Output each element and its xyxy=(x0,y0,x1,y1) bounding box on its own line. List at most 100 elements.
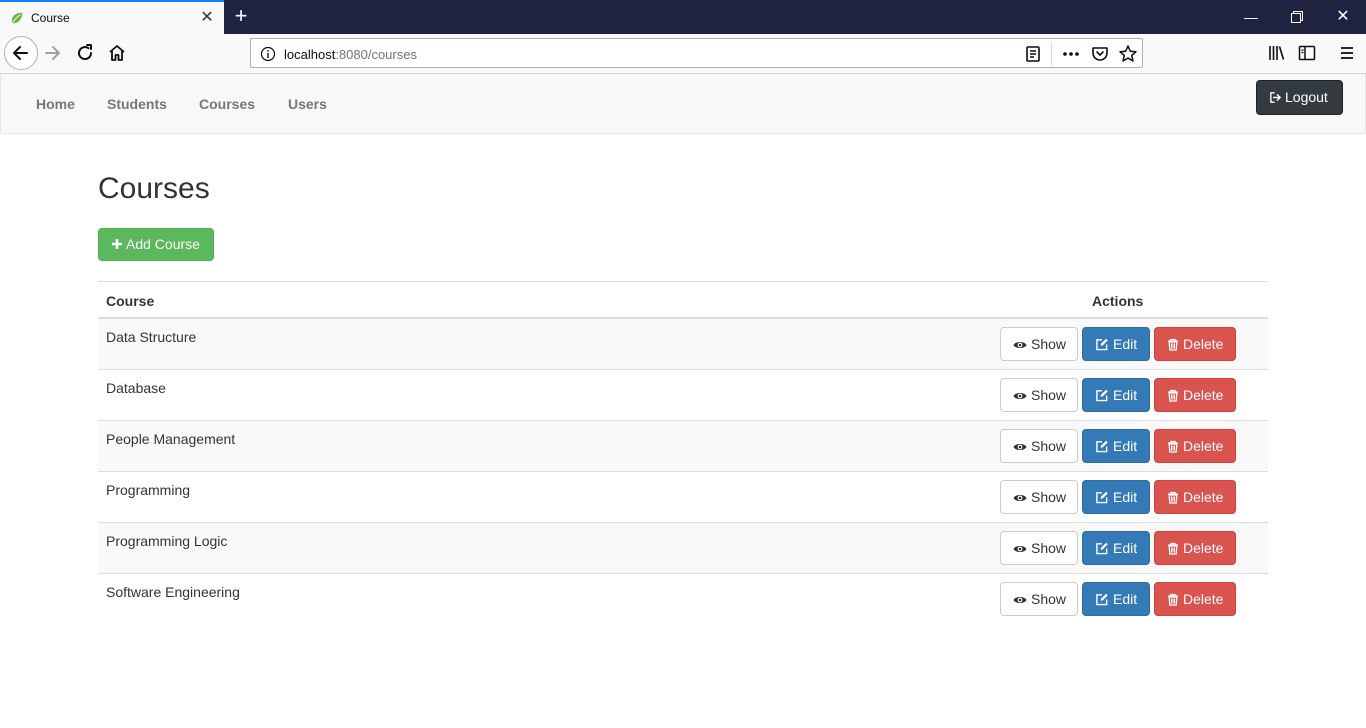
table-row: Database Show Edit Delete xyxy=(98,370,1268,421)
delete-button[interactable]: Delete xyxy=(1154,378,1236,412)
url-text[interactable]: localhost:8080/courses xyxy=(284,47,417,62)
sidebar-icon[interactable] xyxy=(1295,41,1319,65)
edit-label: Edit xyxy=(1113,336,1138,352)
tab-title: Course xyxy=(31,11,70,25)
edit-icon xyxy=(1096,440,1108,453)
edit-button[interactable]: Edit xyxy=(1082,378,1150,412)
course-name: People Management xyxy=(106,431,236,447)
info-icon[interactable] xyxy=(260,46,276,62)
course-name: Software Engineering xyxy=(106,584,240,600)
show-button[interactable]: Show xyxy=(1000,429,1078,463)
trash-icon xyxy=(1168,440,1178,453)
show-button[interactable]: Show xyxy=(1000,531,1078,565)
window-restore-icon[interactable] xyxy=(1274,0,1320,34)
table-row: Programming Logic Show Edit Delete xyxy=(98,523,1268,574)
plus-icon xyxy=(112,239,122,249)
back-button[interactable] xyxy=(4,36,38,70)
nav-link-students[interactable]: Students xyxy=(107,96,167,112)
url-bar-separator xyxy=(1051,43,1052,65)
hamburger-menu-icon[interactable] xyxy=(1335,41,1359,65)
show-button[interactable]: Show xyxy=(1000,582,1078,616)
new-tab-icon[interactable]: + xyxy=(230,4,252,28)
arrow-left-icon xyxy=(13,46,28,60)
add-course-label: Add Course xyxy=(126,236,200,252)
edit-label: Edit xyxy=(1113,591,1138,607)
course-name: Programming Logic xyxy=(106,533,228,549)
show-label: Show xyxy=(1031,489,1067,505)
edit-button[interactable]: Edit xyxy=(1082,531,1150,565)
delete-label: Delete xyxy=(1183,336,1224,352)
delete-label: Delete xyxy=(1183,387,1224,403)
delete-button[interactable]: Delete xyxy=(1154,327,1236,361)
course-name: Database xyxy=(106,380,166,396)
courses-table: Course Actions Data Structure Show Edit … xyxy=(98,281,1268,625)
reader-view-icon[interactable] xyxy=(1021,42,1045,66)
window-minimize-icon[interactable]: — xyxy=(1228,0,1274,34)
delete-button[interactable]: Delete xyxy=(1154,582,1236,616)
show-button[interactable]: Show xyxy=(1000,327,1078,361)
table-body: Data Structure Show Edit Delete Database… xyxy=(98,319,1268,625)
spring-leaf-icon xyxy=(11,12,23,24)
window-close-icon[interactable]: ✕ xyxy=(1320,0,1366,34)
edit-icon xyxy=(1096,593,1108,606)
edit-icon xyxy=(1096,389,1108,402)
url-host: localhost xyxy=(284,47,336,62)
column-header-course: Course xyxy=(106,293,155,309)
browser-tab-course[interactable]: Course ✕ xyxy=(0,0,224,34)
table-row: People Management Show Edit Delete xyxy=(98,421,1268,472)
more-actions-icon[interactable] xyxy=(1059,42,1083,66)
bookmark-star-icon[interactable] xyxy=(1116,42,1140,66)
home-icon[interactable] xyxy=(105,41,129,65)
delete-button[interactable]: Delete xyxy=(1154,480,1236,514)
table-header: Course Actions xyxy=(98,281,1268,319)
library-icon[interactable] xyxy=(1264,41,1288,65)
edit-label: Edit xyxy=(1113,489,1138,505)
edit-button[interactable]: Edit xyxy=(1082,480,1150,514)
edit-icon xyxy=(1096,542,1108,555)
column-header-actions: Actions xyxy=(1092,293,1144,309)
page-title: Courses xyxy=(98,172,210,205)
edit-label: Edit xyxy=(1113,387,1138,403)
browser-toolbar: localhost:8080/courses xyxy=(0,34,1366,74)
table-row: Programming Show Edit Delete xyxy=(98,472,1268,523)
nav-link-home[interactable]: Home xyxy=(36,96,75,112)
trash-icon xyxy=(1168,491,1178,504)
show-button[interactable]: Show xyxy=(1000,480,1078,514)
edit-button[interactable]: Edit xyxy=(1082,327,1150,361)
trash-icon xyxy=(1168,338,1178,351)
edit-label: Edit xyxy=(1113,540,1138,556)
pocket-icon[interactable] xyxy=(1088,42,1112,66)
show-label: Show xyxy=(1031,336,1067,352)
delete-label: Delete xyxy=(1183,591,1224,607)
sign-out-icon xyxy=(1270,92,1281,103)
eye-icon xyxy=(1013,495,1027,501)
show-label: Show xyxy=(1031,540,1067,556)
show-label: Show xyxy=(1031,387,1067,403)
trash-icon xyxy=(1168,593,1178,606)
browser-tab-bar: Course ✕ + — ✕ xyxy=(0,0,1366,34)
logout-button[interactable]: Logout xyxy=(1256,80,1343,115)
url-bar[interactable]: localhost:8080/courses xyxy=(250,38,1143,68)
course-name: Programming xyxy=(106,482,191,498)
table-row: Data Structure Show Edit Delete xyxy=(98,319,1268,370)
add-course-button[interactable]: Add Course xyxy=(98,228,214,261)
delete-label: Delete xyxy=(1183,540,1224,556)
eye-icon xyxy=(1013,393,1027,399)
delete-button[interactable]: Delete xyxy=(1154,531,1236,565)
nav-link-courses[interactable]: Courses xyxy=(199,96,255,112)
nav-link-users[interactable]: Users xyxy=(288,96,327,112)
reload-icon[interactable] xyxy=(73,41,97,65)
edit-icon xyxy=(1096,491,1108,504)
arrow-right-icon[interactable] xyxy=(41,41,65,65)
app-navbar: Home Students Courses Users Logout xyxy=(0,74,1366,134)
edit-label: Edit xyxy=(1113,438,1138,454)
edit-button[interactable]: Edit xyxy=(1082,582,1150,616)
delete-label: Delete xyxy=(1183,489,1224,505)
delete-button[interactable]: Delete xyxy=(1154,429,1236,463)
show-label: Show xyxy=(1031,438,1067,454)
course-name: Data Structure xyxy=(106,329,197,345)
show-button[interactable]: Show xyxy=(1000,378,1078,412)
tab-close-icon[interactable]: ✕ xyxy=(199,8,215,28)
show-label: Show xyxy=(1031,591,1067,607)
edit-button[interactable]: Edit xyxy=(1082,429,1150,463)
